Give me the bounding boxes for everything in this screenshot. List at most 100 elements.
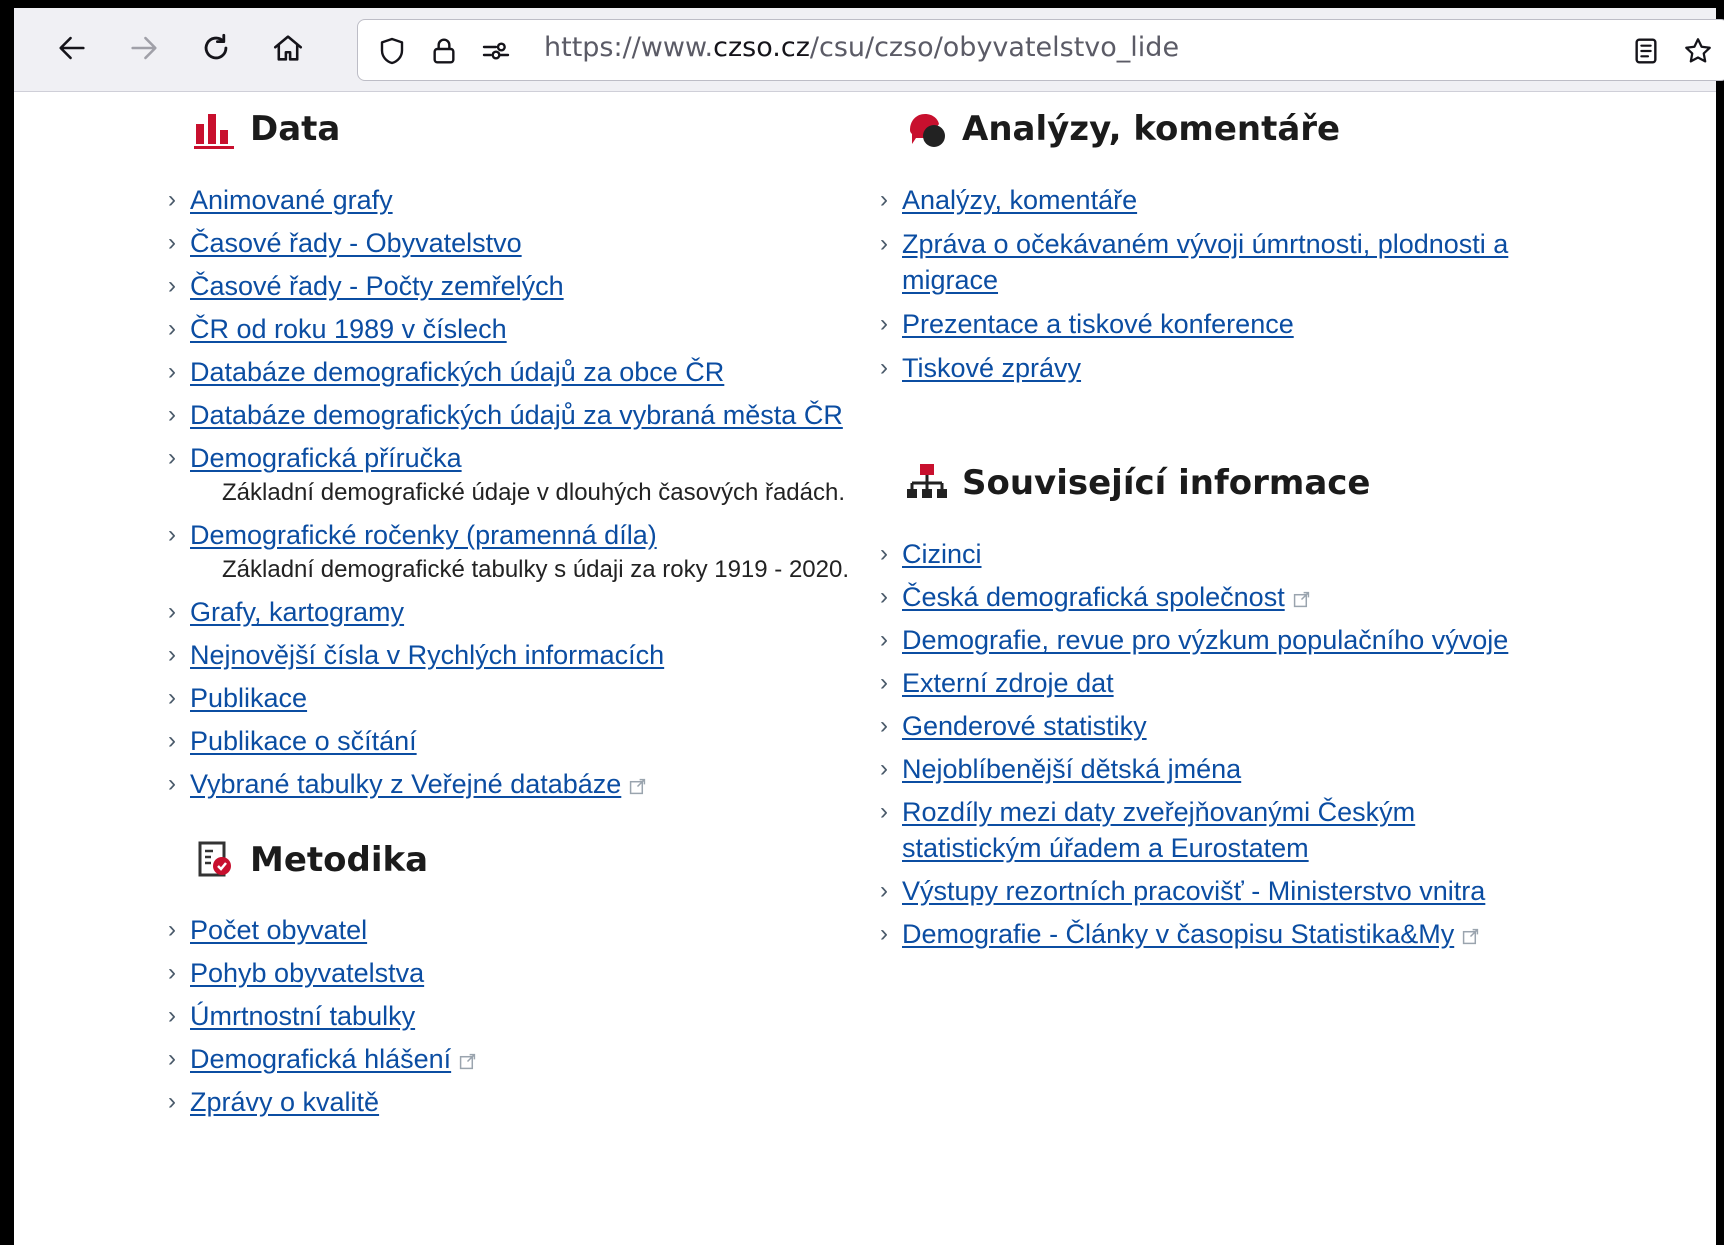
nav-link[interactable]: Vybrané tabulky z Veřejné databáze <box>190 769 621 799</box>
nav-link[interactable]: Externí zdroje dat <box>902 668 1114 698</box>
chevron-right-icon: › <box>880 354 888 381</box>
nav-link[interactable]: Časové řady - Počty zemřelých <box>190 271 564 301</box>
back-button[interactable] <box>46 22 98 74</box>
link-description: Základní demografické údaje v dlouhých č… <box>222 479 846 506</box>
list-item: › Analýzy, komentáře <box>880 182 1600 218</box>
nav-link[interactable]: Nejnovější čísla v Rychlých informacích <box>190 640 664 670</box>
nav-link[interactable]: Analýzy, komentáře <box>902 185 1137 215</box>
metodika-links: › Počet obyvatel › Pohyb obyvatelstva › Úmrtn… <box>168 912 868 1127</box>
nav-link[interactable]: Databáze demografických údajů za vybraná… <box>190 400 843 430</box>
chevron-right-icon: › <box>880 877 888 904</box>
list-item: › Grafy, kartogramy <box>168 594 868 630</box>
nav-link[interactable]: Úmrtnostní tabulky <box>190 1001 415 1031</box>
chevron-right-icon: › <box>880 583 888 610</box>
list-item: › Demografická příručka Základní demografi… <box>168 440 868 510</box>
chevron-right-icon: › <box>168 315 176 342</box>
chevron-right-icon: › <box>880 540 888 567</box>
list-item: › Externí zdroje dat <box>880 665 1540 701</box>
chevron-right-icon: › <box>880 920 888 947</box>
reload-icon <box>204 33 228 60</box>
list-item: › Česká demografická společnost <box>880 579 1540 615</box>
chevron-right-icon: › <box>168 1002 176 1029</box>
nav-link[interactable]: Publikace o sčítání <box>190 726 417 756</box>
arrow-right-icon <box>131 36 157 60</box>
nav-link[interactable]: Publikace <box>190 683 307 713</box>
list-item: › ČR od roku 1989 v číslech <box>168 311 868 347</box>
chevron-right-icon: › <box>880 669 888 696</box>
list-item: › Demografická hlášení <box>168 1041 868 1077</box>
shield-icon[interactable] <box>374 33 410 69</box>
nav-link[interactable]: Demografie, revue pro výzkum populačního… <box>902 625 1508 655</box>
reader-view-icon[interactable] <box>1628 33 1664 69</box>
list-item: › Prezentace a tiskové konference <box>880 306 1600 342</box>
reload-button[interactable] <box>190 22 242 74</box>
list-item: › Zprávy o kvalitě <box>168 1084 868 1120</box>
list-item: › Nejnovější čísla v Rychlých informacích <box>168 637 868 673</box>
list-item: › Časové řady - Obyvatelstvo <box>168 225 868 261</box>
address-bar[interactable]: https://www.czso.cz/csu/czso/obyvatelstv… <box>357 19 1724 81</box>
nav-link[interactable]: Rozdíly mezi daty zveřejňovanými Českým … <box>902 797 1415 863</box>
nav-link[interactable]: Demografická příručka <box>190 443 462 473</box>
nav-link[interactable]: Česká demografická společnost <box>902 582 1285 612</box>
external-link-icon-wrap <box>451 1044 476 1074</box>
chevron-right-icon: › <box>168 401 176 428</box>
list-item: › Databáze demografických údajů za vybran… <box>168 397 868 433</box>
speech-bubbles-icon <box>904 106 950 152</box>
external-link-icon-wrap <box>1454 919 1479 949</box>
url-text[interactable]: https://www.czso.cz/csu/czso/obyvatelstv… <box>544 32 1179 63</box>
bookmark-star-icon[interactable] <box>1680 33 1716 69</box>
nav-link[interactable]: Demografie - Články v časopisu Statistik… <box>902 919 1454 949</box>
nav-link[interactable]: Prezentace a tiskové konference <box>902 309 1294 339</box>
chevron-right-icon: › <box>880 626 888 653</box>
checklist-icon <box>192 837 238 883</box>
nav-link[interactable]: Tiskové zprávy <box>902 353 1081 383</box>
nav-link[interactable]: Nejoblíbenější dětská jména <box>902 754 1241 784</box>
home-button[interactable] <box>262 22 314 74</box>
nav-link[interactable]: Grafy, kartogramy <box>190 597 404 627</box>
chevron-right-icon: › <box>880 712 888 739</box>
chevron-right-icon: › <box>880 755 888 782</box>
nav-link[interactable]: Cizinci <box>902 539 982 569</box>
chevron-right-icon: › <box>168 186 176 213</box>
nav-link[interactable]: Časové řady - Obyvatelstvo <box>190 228 522 258</box>
list-item: › Pohyb obyvatelstva <box>168 955 868 991</box>
sitemap-icon <box>904 460 950 506</box>
data-heading: Data <box>192 106 340 152</box>
external-link-icon-wrap <box>621 769 646 799</box>
lock-icon[interactable] <box>426 33 462 69</box>
nav-link[interactable]: Zprávy o kvalitě <box>190 1087 379 1117</box>
nav-link[interactable]: Databáze demografických údajů za obce ČR <box>190 357 724 387</box>
link-description: Základní demografické tabulky s údaji za… <box>222 556 850 583</box>
permissions-icon[interactable] <box>478 33 514 69</box>
chevron-right-icon: › <box>168 1045 176 1072</box>
chevron-right-icon: › <box>880 798 888 825</box>
chevron-right-icon: › <box>168 684 176 711</box>
nav-link[interactable]: Pohyb obyvatelstva <box>190 958 424 988</box>
list-item: › Výstupy rezortních pracovišť - Minister… <box>880 873 1540 909</box>
chevron-right-icon: › <box>168 770 176 797</box>
nav-link[interactable]: Genderové statistiky <box>902 711 1147 741</box>
home-icon <box>273 35 303 61</box>
chevron-right-icon: › <box>168 229 176 256</box>
nav-link[interactable]: Demografické ročenky (pramenná díla) <box>190 520 657 550</box>
nav-link[interactable]: Výstupy rezortních pracovišť - Ministers… <box>902 876 1485 906</box>
external-link-icon <box>459 1053 476 1070</box>
nav-link[interactable]: ČR od roku 1989 v číslech <box>190 314 507 344</box>
chevron-right-icon: › <box>880 186 888 213</box>
chevron-right-icon: › <box>168 272 176 299</box>
nav-link[interactable]: Animované grafy <box>190 185 393 215</box>
external-link-icon <box>1463 928 1479 945</box>
list-item: › Zpráva o očekávaném vývoji úmrtnosti, p… <box>880 226 1600 298</box>
souvisejici-links: › Cizinci › Česká demografická společnost › D… <box>880 536 1540 959</box>
browser-toolbar: https://www.czso.cz/csu/czso/obyvatelstv… <box>14 8 1724 92</box>
nav-link[interactable]: Demografická hlášení <box>190 1044 451 1074</box>
list-item: › Úmrtnostní tabulky <box>168 998 868 1034</box>
list-item: › Počet obyvatel <box>168 912 868 948</box>
chevron-right-icon: › <box>880 230 888 257</box>
list-item: › Databáze demografických údajů za obce Č… <box>168 354 868 390</box>
forward-button[interactable] <box>118 22 170 74</box>
nav-link[interactable]: Počet obyvatel <box>190 915 367 945</box>
list-item: › Demografické ročenky (pramenná díla) Zák… <box>168 517 868 587</box>
page-content: Data › Animované grafy › Časové řady - Obyv… <box>14 92 1716 1245</box>
nav-link[interactable]: Zpráva o očekávaném vývoji úmrtnosti, pl… <box>902 229 1508 295</box>
